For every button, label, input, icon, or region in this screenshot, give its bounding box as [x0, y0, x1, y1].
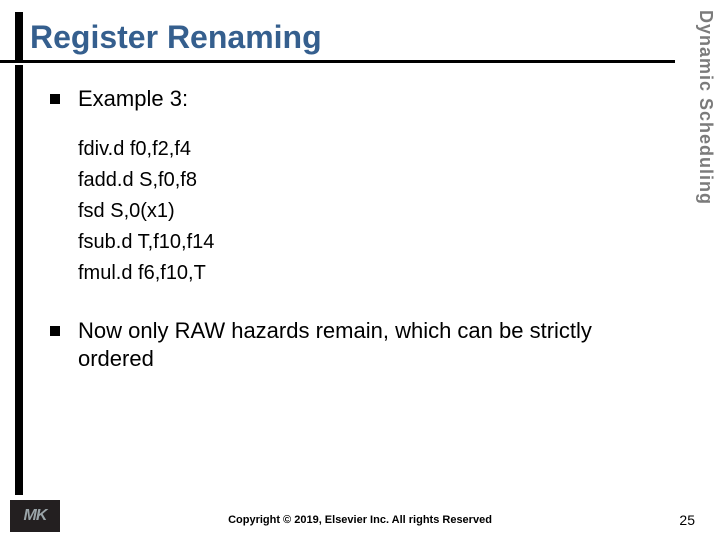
code-line: fadd.d S,f0,f8 [78, 165, 670, 196]
code-line: fsd S,0(x1) [78, 196, 670, 227]
bullet-item: Example 3: [10, 85, 670, 114]
slide-title: Register Renaming [30, 15, 675, 60]
footer: MK Copyright © 2019, Elsevier Inc. All r… [0, 500, 720, 540]
section-label: Dynamic Scheduling [695, 10, 716, 205]
title-bar: Register Renaming [0, 15, 675, 63]
code-line: fdiv.d f0,f2,f4 [78, 134, 670, 165]
bullet-item: Now only RAW hazards remain, which can b… [10, 317, 670, 374]
publisher-logo: MK [10, 500, 60, 532]
code-line: fmul.d f6,f10,T [78, 258, 670, 289]
code-line: fsub.d T,f10,f14 [78, 227, 670, 258]
bullet-text: Now only RAW hazards remain, which can b… [78, 317, 670, 374]
page-number: 25 [679, 512, 695, 528]
logo-text: MK [24, 507, 47, 525]
slide-body: Example 3: fdiv.d f0,f2,f4 fadd.d S,f0,f… [10, 85, 670, 480]
square-bullet-icon [50, 94, 60, 104]
slide: Register Renaming Dynamic Scheduling Exa… [0, 0, 720, 540]
copyright-text: Copyright © 2019, Elsevier Inc. All righ… [228, 514, 492, 526]
bullet-text: Example 3: [78, 85, 188, 114]
code-block: fdiv.d f0,f2,f4 fadd.d S,f0,f8 fsd S,0(x… [10, 134, 670, 289]
square-bullet-icon [50, 326, 60, 336]
